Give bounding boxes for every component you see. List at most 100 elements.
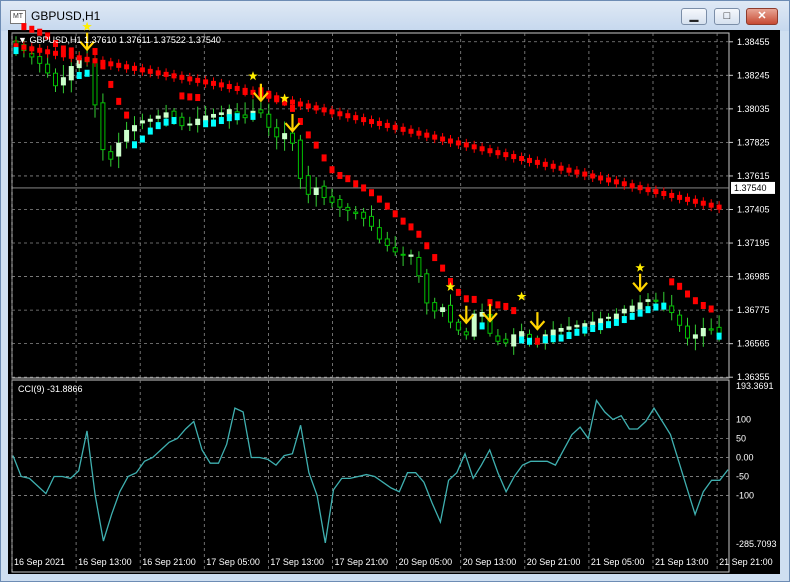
upper-band-dot [321, 107, 327, 113]
lower-band-red-bar [471, 295, 477, 303]
lower-band-cyan-bar [203, 120, 209, 128]
bull-candle [139, 120, 145, 124]
upper-band-dot [685, 196, 690, 202]
lower-band-red-bar [692, 297, 698, 305]
lower-band-cyan-bar [218, 117, 224, 125]
upper-band-dot [574, 169, 580, 175]
lower-band-red-bar [195, 94, 201, 102]
bear-candle [400, 253, 406, 256]
cci-tick-label: -50 [736, 471, 749, 481]
bear-candle [329, 196, 335, 203]
upper-band-dot [558, 165, 564, 171]
lower-band-red-bar [416, 230, 422, 238]
time-tick-label: 21 Sep 21:00 [719, 557, 773, 567]
lower-band-cyan-bar [550, 335, 556, 343]
price-tick-label: 1.38455 [737, 37, 770, 47]
bear-candle [171, 110, 177, 119]
lower-band-red-bar [440, 264, 446, 272]
bear-candle [274, 127, 280, 138]
lower-band-red-bar [700, 301, 706, 309]
time-tick-label: 17 Sep 05:00 [206, 557, 260, 567]
bull-candle [218, 112, 224, 115]
bear-candle [455, 321, 461, 331]
bull-candle [692, 334, 698, 339]
upper-band-dot [60, 52, 66, 58]
lower-band-cyan-bar [598, 323, 604, 331]
lower-band-red-bar [463, 295, 469, 303]
lower-band-red-bar [534, 337, 540, 345]
bear-candle [353, 211, 359, 214]
bear-candle [416, 256, 422, 277]
ohlc-text: GBPUSD,H1 1.37610 1.37611 1.37522 1.3754… [29, 35, 221, 45]
current-price-label: 1.37540 [734, 183, 767, 193]
lower-band-cyan-bar [13, 47, 19, 55]
price-tick-label: 1.36985 [737, 272, 770, 282]
bear-candle [258, 109, 264, 114]
upper-band-dot [692, 198, 698, 204]
upper-band-dot [124, 64, 130, 70]
chart-menu-triangle[interactable]: ▼ [18, 35, 27, 45]
price-tick-label: 1.36775 [737, 305, 770, 315]
upper-band-dot [68, 53, 74, 59]
upper-band-dot [37, 47, 43, 53]
upper-band-dot [677, 194, 683, 200]
bear-candle [424, 273, 430, 304]
bear-candle [432, 302, 438, 312]
upper-band-dot [211, 80, 216, 86]
lower-band-red-bar [345, 175, 351, 183]
bear-candle [503, 338, 509, 344]
upper-band-dot [305, 103, 311, 109]
upper-band-dot [542, 161, 548, 167]
lower-band-red-bar [392, 210, 398, 218]
upper-band-dot [424, 132, 430, 138]
lower-band-red-bar [187, 93, 193, 101]
bull-candle [629, 305, 635, 312]
lower-band-red-bar [408, 223, 414, 231]
upper-band-dot [329, 109, 335, 115]
upper-band-dot [139, 67, 145, 73]
lower-band-red-bar [677, 282, 683, 290]
lower-band-red-bar [116, 97, 122, 105]
lower-band-red-bar [669, 278, 675, 286]
bull-candle [440, 307, 446, 313]
bear-candle [708, 328, 714, 331]
upper-band-dot [290, 99, 295, 105]
bull-candle [574, 324, 580, 328]
price-chart[interactable]: 16 Sep 2021 16 Sep 13:00 16 Sep 21:00 17 Se… [0, 0, 790, 582]
time-tick-label: 20 Sep 13:00 [463, 557, 517, 567]
cci-tick-label: -285.7093 [736, 539, 777, 549]
upper-band-dot [226, 84, 232, 90]
lower-band-red-bar [313, 141, 319, 149]
bull-candle [163, 112, 169, 118]
lower-band-cyan-bar [84, 69, 90, 77]
bear-candle [653, 299, 659, 302]
cci-tick-label: -100 [736, 490, 754, 500]
bear-candle [463, 331, 469, 336]
upper-band-dot [503, 152, 509, 158]
bear-candle [345, 206, 351, 211]
upper-band-dot [661, 191, 667, 197]
price-tick-label: 1.37195 [737, 238, 770, 248]
upper-band-dot [519, 155, 525, 161]
bull-candle [68, 66, 74, 81]
cci-line [12, 398, 729, 544]
upper-band-dot [400, 126, 406, 132]
bull-candle [550, 329, 556, 337]
lower-band-red-bar [432, 254, 438, 262]
signal-star-icon [248, 71, 258, 81]
upper-band-dot [455, 140, 461, 146]
lower-band-cyan-bar [542, 336, 548, 344]
lower-band-cyan-bar [211, 119, 216, 127]
lower-band-red-bar [305, 131, 311, 139]
bear-candle [337, 199, 343, 208]
price-pane-border [11, 32, 730, 379]
sell-arrow-icon [284, 114, 301, 133]
bear-candle [108, 151, 114, 160]
lower-band-red-bar [361, 184, 367, 192]
bear-candle [369, 215, 374, 227]
price-tick-label: 1.36565 [737, 339, 770, 349]
sell-arrow-icon [529, 312, 546, 331]
sell-arrow-icon [458, 305, 475, 325]
lower-band-cyan-bar [566, 332, 572, 340]
time-tick-label: 17 Sep 13:00 [270, 557, 324, 567]
